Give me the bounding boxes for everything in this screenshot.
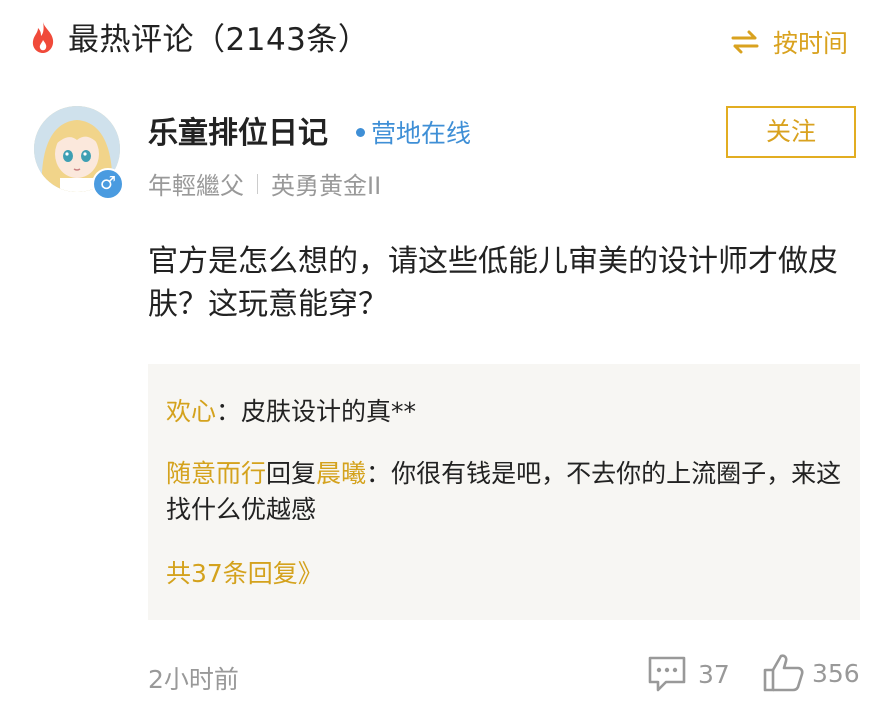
like-count: 356 [812,658,860,688]
meta-divider [257,173,258,194]
reply-colon: ： [366,459,392,488]
swap-arrows-icon [731,30,759,54]
reply-author[interactable]: 随意而行 [166,459,266,488]
page-title: 最热评论（2143条） [68,22,370,58]
hot-comments-header: 最热评论（2143条） [28,14,369,59]
reply-button[interactable]: 37 [646,654,730,694]
user-rank: 英勇黄金II [271,172,382,200]
comment-page: 最热评论（2143条） 按时间 ♂ 乐童排位日记 营地在线 关注 年輕繼父 英勇… [0,0,892,719]
comment-time: 2小时前 [148,665,239,694]
user-meta: 年輕繼父 英勇黄金II [148,166,381,201]
reply-text: 皮肤设计的真** [241,397,417,426]
reply-word: 回复 [266,459,317,488]
follow-button[interactable]: 关注 [726,106,856,158]
thumbs-up-icon [763,654,804,692]
comment-bubble-icon [648,656,686,692]
like-button[interactable]: 356 [762,652,860,694]
sort-label: 按时间 [772,29,848,58]
username[interactable]: 乐童排位日记 [148,108,328,152]
male-gender-icon: ♂ [92,168,124,200]
online-status: 营地在线 [356,114,471,150]
reply-author[interactable]: 欢心 [166,397,216,426]
reply-item[interactable]: 随意而行回复晨曦：你很有钱是吧，不去你的上流圈子，来这找什么优越感 [166,456,842,528]
fire-icon [32,21,54,53]
replies-panel[interactable]: 欢心：皮肤设计的真** 随意而行回复晨曦：你很有钱是吧，不去你的上流圈子，来这找… [148,364,860,620]
reply-count: 37 [698,659,730,689]
online-status-label: 营地在线 [371,119,472,148]
online-dot-icon [356,127,365,137]
reply-item[interactable]: 欢心：皮肤设计的真** [166,394,842,430]
reply-target[interactable]: 晨曦 [316,459,366,488]
sort-by-time-button[interactable]: 按时间 [731,24,848,60]
user-tag: 年輕繼父 [148,172,244,200]
comment-text: 官方是怎么想的，请这些低能儿审美的设计师才做皮肤？这玩意能穿？ [148,244,838,322]
more-replies-link[interactable]: 共37条回复》 [166,554,323,590]
reply-colon: ： [216,397,242,426]
